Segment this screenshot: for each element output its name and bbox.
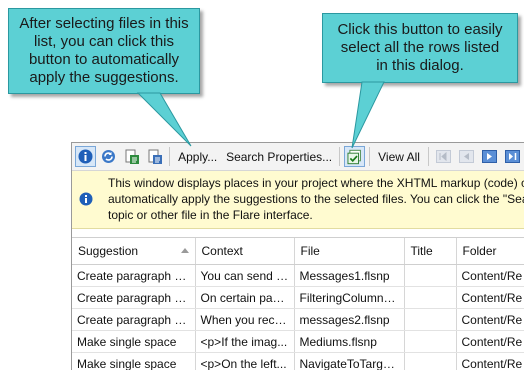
toolbar-separator — [428, 147, 429, 166]
info-line: This window displays places in your proj… — [108, 175, 524, 191]
cell-suggestion: Create paragraph tag — [72, 309, 195, 331]
cell-title — [404, 331, 456, 353]
table-row[interactable]: Make single space <p>If the imag... Medi… — [72, 331, 524, 353]
info-line: automatically apply the suggestions to t… — [108, 191, 524, 207]
cell-file: messages2.flsnp — [294, 309, 404, 331]
toolbar-separator — [339, 147, 340, 166]
info-line: topic or other file in the Flare interfa… — [108, 207, 524, 223]
toolbar-separator — [369, 147, 370, 166]
info-icon[interactable] — [75, 146, 96, 167]
cell-context: When you rece... — [195, 309, 294, 331]
cell-suggestion: Make single space — [72, 353, 195, 370]
analysis-window: Apply... Search Properties... View All T… — [71, 142, 524, 370]
next-page-icon[interactable] — [479, 146, 500, 167]
column-header-suggestion[interactable]: Suggestion — [72, 238, 195, 265]
toolbar: Apply... Search Properties... View All — [72, 143, 524, 171]
cell-folder: Content/Re — [456, 331, 524, 353]
cell-folder: Content/Re — [456, 353, 524, 370]
cell-context: <p>On the left... — [195, 353, 294, 370]
open-file-icon[interactable] — [121, 146, 142, 167]
column-header-file[interactable]: File — [294, 238, 404, 265]
table-row[interactable]: Create paragraph tag On certain pag... F… — [72, 287, 524, 309]
view-all-button[interactable]: View All — [374, 146, 424, 167]
cell-context: On certain pag... — [195, 287, 294, 309]
callout-pointer-right — [352, 82, 384, 148]
open-file-alt-icon[interactable] — [144, 146, 165, 167]
cell-suggestion: Create paragraph tag — [72, 287, 195, 309]
callout-select-all: Click this button to easily select all t… — [322, 13, 518, 83]
cell-title — [404, 287, 456, 309]
toolbar-separator — [169, 147, 170, 166]
callout-line: list, you can click this — [9, 33, 199, 51]
callout-line: apply the suggestions. — [9, 69, 199, 87]
search-properties-button[interactable]: Search Properties... — [223, 146, 334, 167]
column-header-folder[interactable]: Folder — [456, 238, 524, 265]
apply-button[interactable]: Apply... — [174, 146, 221, 167]
previous-page-icon[interactable] — [456, 146, 477, 167]
column-header-context[interactable]: Context — [195, 238, 294, 265]
column-header-title[interactable]: Title — [404, 238, 456, 265]
table-row[interactable]: Create paragraph tag You can send n... M… — [72, 265, 524, 287]
callout-line: After selecting files in this — [9, 15, 199, 33]
cell-title — [404, 309, 456, 331]
cell-folder: Content/Re — [456, 265, 524, 287]
callout-line: button to automatically — [9, 51, 199, 69]
refresh-icon[interactable] — [98, 146, 119, 167]
cell-file: NavigateToTarge... — [294, 353, 404, 370]
cell-folder: Content/Re — [456, 309, 524, 331]
table-header-row: Suggestion Context File Title Folder — [72, 238, 524, 265]
table-row[interactable]: Create paragraph tag When you rece... me… — [72, 309, 524, 331]
cell-suggestion: Create paragraph tag — [72, 265, 195, 287]
cell-context: <p>If the imag... — [195, 331, 294, 353]
callout-line: Click this button to easily — [323, 21, 517, 39]
suggestions-table: Suggestion Context File Title Folder Cre… — [72, 237, 524, 370]
select-all-icon[interactable] — [344, 146, 365, 167]
info-message: This window displays places in your proj… — [108, 175, 524, 223]
cell-title — [404, 265, 456, 287]
cell-title — [404, 353, 456, 370]
cell-context: You can send n... — [195, 265, 294, 287]
cell-file: Mediums.flsnp — [294, 331, 404, 353]
sort-ascending-icon — [181, 248, 189, 253]
info-bar: This window displays places in your proj… — [72, 171, 524, 229]
cell-file: Messages1.flsnp — [294, 265, 404, 287]
table-row[interactable]: Make single space <p>On the left... Navi… — [72, 353, 524, 370]
callout-line: in this dialog. — [323, 57, 517, 75]
callout-pointer-left — [138, 93, 191, 146]
cell-file: FilteringColumns... — [294, 287, 404, 309]
cell-folder: Content/Re — [456, 287, 524, 309]
callout-line: select all the rows listed — [323, 39, 517, 57]
last-page-icon[interactable] — [502, 146, 523, 167]
first-page-icon[interactable] — [433, 146, 454, 167]
info-icon — [79, 192, 93, 210]
callout-apply-suggestions: After selecting files in this list, you … — [8, 8, 200, 94]
cell-suggestion: Make single space — [72, 331, 195, 353]
